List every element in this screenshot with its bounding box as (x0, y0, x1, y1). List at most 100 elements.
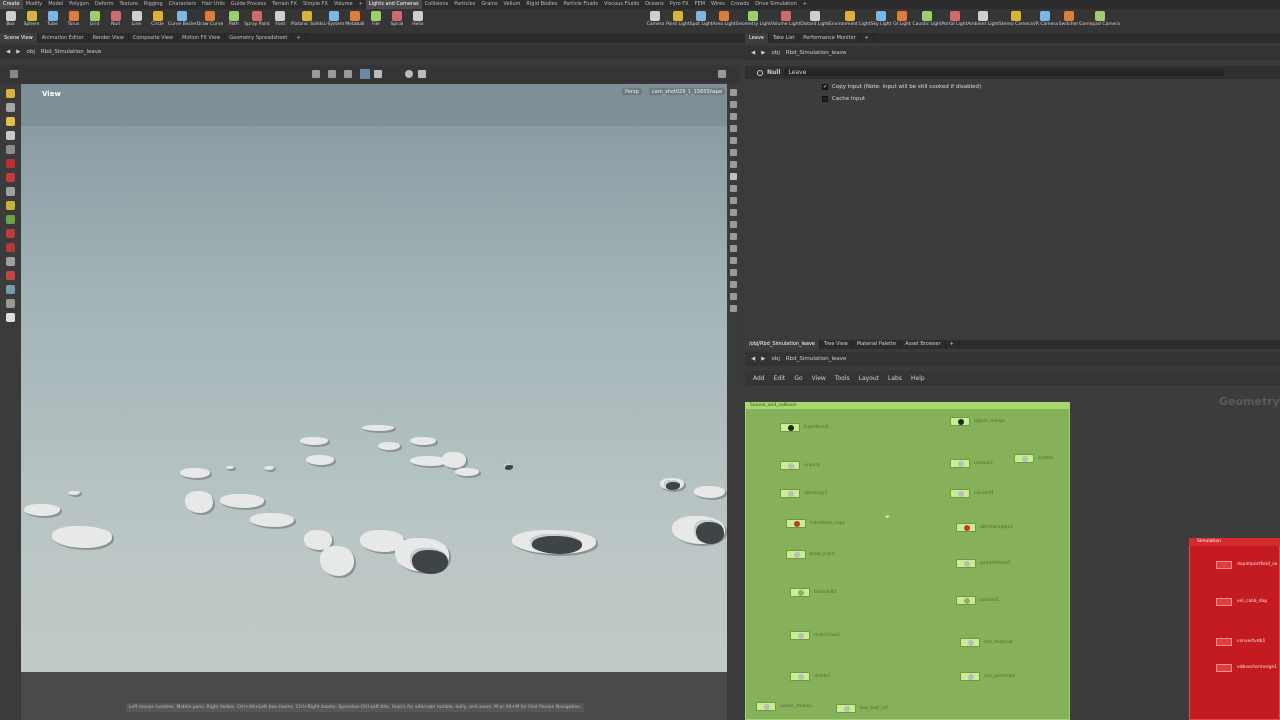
light-tool-8[interactable]: Sky Light (871, 9, 892, 33)
sop-node-right-7[interactable] (960, 672, 980, 681)
light-tool-15[interactable]: Switcher (1058, 9, 1079, 33)
cursor-icon[interactable] (730, 269, 737, 276)
network-menu-0[interactable]: Add (753, 375, 765, 382)
dop-node-2[interactable] (1216, 638, 1232, 646)
measure-tool-icon[interactable] (6, 243, 15, 252)
viewport-menu-icon[interactable] (718, 70, 726, 78)
frame-tool-icon[interactable] (360, 69, 370, 79)
sop-node-left-2[interactable] (780, 489, 800, 498)
shelf-tab-18[interactable]: Vellum (500, 0, 523, 9)
shelf-tab-5[interactable]: Texture (116, 0, 140, 9)
shelf-tab-24[interactable]: FEM (692, 0, 708, 9)
shelf-tab-0[interactable]: Create (0, 0, 23, 9)
params-tab-1[interactable]: Take List (769, 33, 800, 43)
network-menu-1[interactable]: Edit (774, 375, 786, 382)
sop-node-left-0[interactable] (780, 423, 800, 432)
sop-node-right-6[interactable] (960, 638, 980, 647)
background-icon[interactable] (730, 197, 737, 204)
shelf-tab-11[interactable]: Simple FX (300, 0, 331, 9)
network-menu-6[interactable]: Labs (888, 375, 902, 382)
sop-node-left-6[interactable] (790, 631, 810, 640)
paint-tool-icon[interactable] (6, 257, 15, 266)
3d-viewport[interactable] (21, 84, 727, 672)
shelf-tab-3[interactable]: Polygon (66, 0, 92, 9)
blue-select-icon[interactable] (730, 281, 737, 288)
shelf-tool-16[interactable]: File (365, 9, 386, 33)
light-tool-icon[interactable] (6, 117, 15, 126)
shelf-tool-12[interactable]: Font (270, 9, 291, 33)
network-path-node[interactable]: Rbd_Simulation_leave (786, 356, 847, 362)
forward-arrow-icon[interactable]: ▶ (761, 50, 765, 56)
shelf-tab-23[interactable]: Pyro FX (667, 0, 692, 9)
network-box-simulation-title[interactable]: Simulation (1189, 538, 1280, 546)
params-tab-3[interactable]: + (861, 33, 874, 43)
sop-node-right-8[interactable] (836, 704, 856, 713)
light-tool-1[interactable]: Point Light (666, 9, 690, 33)
sop-node-right-9[interactable] (1014, 454, 1034, 463)
viewport-tab-3[interactable]: Composite View (129, 33, 178, 43)
align-tool-icon[interactable] (6, 285, 15, 294)
shelf-tab-14[interactable]: Lights and Cameras (365, 0, 422, 9)
shelf-tab-27[interactable]: Drive Simulation (752, 0, 800, 9)
light-tool-7[interactable]: Environment Light (829, 9, 871, 33)
light-tool-13[interactable]: Stereo Camera (999, 9, 1033, 33)
shelf-tool-0[interactable]: Box (0, 9, 21, 33)
viewport-tab-0[interactable]: Scene View (0, 33, 38, 43)
shelf-tool-10[interactable]: Path (223, 9, 244, 33)
shelf-tab-22[interactable]: Oceans (642, 0, 667, 9)
light-tool-5[interactable]: Volume Light (771, 9, 800, 33)
shelf-tool-8[interactable]: Curve Bezier (168, 9, 197, 33)
params-tab-0[interactable]: Leave (745, 33, 769, 43)
viewport-tab-5[interactable]: Geometry Spreadsheet (225, 33, 293, 43)
shelf-tab-28[interactable]: + (800, 0, 810, 9)
light-tool-10[interactable]: Caustic Light (913, 9, 942, 33)
forward-arrow-icon[interactable]: ▶ (16, 49, 20, 55)
shelf-tab-21[interactable]: Viscous Fluids (601, 0, 642, 9)
network-menu-2[interactable]: Go (794, 375, 802, 382)
camera-icon[interactable] (6, 313, 15, 322)
params-tab-2[interactable]: Performance Monitor (799, 33, 861, 43)
cache-input-checkbox[interactable] (822, 96, 828, 102)
light-tool-14[interactable]: VR Camera (1033, 9, 1058, 33)
dop-node-1[interactable] (1216, 598, 1232, 606)
shelf-tool-9[interactable]: Draw Curve (197, 9, 223, 33)
sop-node-left-7[interactable] (790, 672, 810, 681)
persp-menu[interactable]: Persp (621, 87, 643, 96)
shelf-tool-17[interactable]: Spiral (386, 9, 407, 33)
viewport-path-node[interactable]: Rbd_Simulation_leave (41, 49, 102, 55)
network-tab-4[interactable]: + (946, 340, 959, 349)
brush-tool-icon[interactable] (6, 103, 15, 112)
sop-node-left-3[interactable] (786, 519, 806, 528)
sop-node-right-3[interactable] (956, 523, 976, 532)
shelf-tool-6[interactable]: Line (126, 9, 147, 33)
shelf-tab-9[interactable]: Guide Process (228, 0, 269, 9)
lighting-icon[interactable] (730, 149, 737, 156)
shelf-tab-4[interactable]: Deform (92, 0, 117, 9)
shelf-tool-18[interactable]: Helix (407, 9, 428, 33)
flag-icon[interactable] (730, 257, 737, 264)
magnet-icon[interactable] (6, 271, 15, 280)
network-tab-0[interactable]: /obj/Rbd_Simulation_leave (745, 340, 821, 349)
light-tool-3[interactable]: Area Light (713, 9, 736, 33)
params-path-obj[interactable]: obj (771, 50, 779, 56)
shelf-tab-25[interactable]: Wires (708, 0, 728, 9)
shelf-tab-8[interactable]: Hair Utils (199, 0, 228, 9)
shelf-tab-20[interactable]: Particle Fluids (560, 0, 601, 9)
shelf-tab-12[interactable]: Volume (331, 0, 356, 9)
network-menu-7[interactable]: Help (911, 375, 925, 382)
shelf-tool-13[interactable]: Platonic Solids (291, 9, 323, 33)
network-tab-2[interactable]: Material Palette (853, 340, 902, 349)
view-tool-icon[interactable] (6, 215, 15, 224)
shelf-tab-15[interactable]: Collisions (422, 0, 452, 9)
shelf-tab-1[interactable]: Modify (23, 0, 46, 9)
shelf-tab-13[interactable]: + (356, 0, 366, 9)
pin-icon[interactable] (730, 233, 737, 240)
sop-node-left-5[interactable] (790, 588, 810, 597)
pivot-icon[interactable] (6, 201, 15, 210)
arrow-select-icon[interactable] (6, 131, 15, 140)
shelf-tool-15[interactable]: Metaball (344, 9, 365, 33)
light-tool-0[interactable]: Camera (645, 9, 666, 33)
light-tool-12[interactable]: Ambient Light (967, 9, 999, 33)
group-icon[interactable] (730, 185, 737, 192)
transform-icon[interactable] (6, 187, 15, 196)
